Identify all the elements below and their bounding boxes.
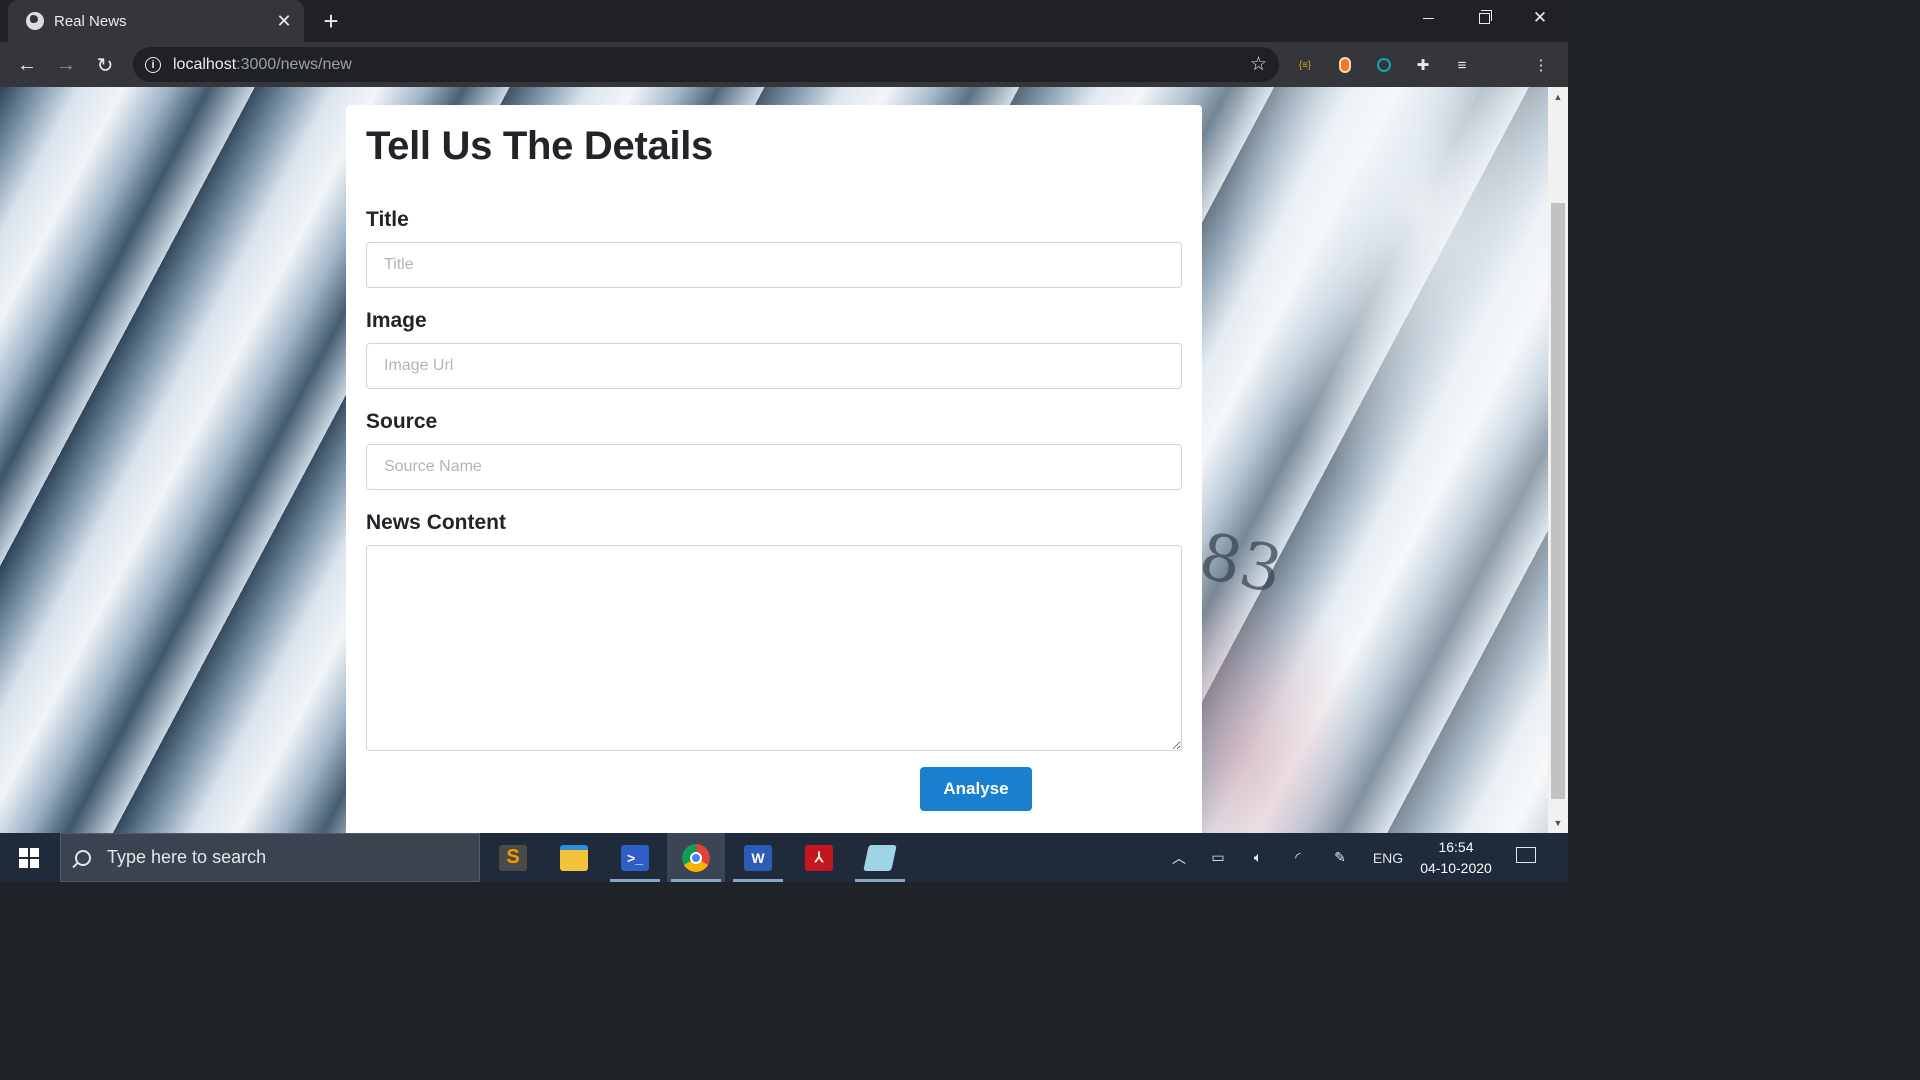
browser-tab[interactable]: Real News ✕ <box>8 0 304 42</box>
source-label: Source <box>366 410 438 433</box>
page-title: Tell Us The Details <box>366 124 713 168</box>
taskbar-app-notepad[interactable] <box>851 833 909 882</box>
running-indicator <box>671 879 721 882</box>
scroll-up-arrow-icon[interactable]: ▲ <box>1548 89 1568 105</box>
volume-icon[interactable]: 🔈︎ <box>1244 833 1272 882</box>
news-form-card: Tell Us The Details Title Image Source N… <box>346 105 1202 833</box>
taskbar-clock[interactable]: 16:54 04-10-2020 <box>1410 837 1502 879</box>
close-icon: ✕ <box>1532 8 1548 27</box>
extensions-puzzle-icon[interactable]: ✚ <box>1409 51 1437 79</box>
taskbar-app-word[interactable]: W <box>729 833 787 882</box>
taskbar-app-powershell[interactable]: >_ <box>606 833 664 882</box>
reload-button[interactable]: ↻ <box>88 48 122 82</box>
bookmark-star-icon[interactable]: ☆ <box>1250 53 1267 76</box>
input-language[interactable]: ENG <box>1368 833 1408 882</box>
tab-title: Real News <box>54 12 127 30</box>
action-center-button[interactable] <box>1512 845 1540 869</box>
title-input[interactable] <box>366 242 1182 288</box>
taskbar-search-placeholder: Type here to search <box>107 847 267 867</box>
running-indicator <box>610 879 660 882</box>
search-icon <box>75 849 91 866</box>
notepad-icon <box>863 844 897 871</box>
title-label: Title <box>366 208 409 231</box>
windows-taskbar: Type here to search S >_ W ⅄ ︿ ▭ 🔈︎ ◜ ✎ … <box>0 833 1568 882</box>
browser-toolbar: ← → ↻ i localhost:3000/news/new ☆ {≡} ✚ … <box>0 42 1568 118</box>
clock-time: 16:54 <box>1438 839 1474 855</box>
word-icon: W <box>744 844 772 871</box>
taskbar-search-box[interactable]: Type here to search <box>60 833 480 882</box>
scrollbar-thumb[interactable] <box>1551 203 1565 799</box>
notification-icon <box>1516 847 1536 863</box>
json-viewer-extension-icon[interactable]: {≡} <box>1291 51 1319 79</box>
background-numeral: 83 <box>1193 519 1289 609</box>
taskbar-app-acrobat[interactable]: ⅄ <box>790 833 848 882</box>
scroll-down-arrow-icon[interactable]: ▼ <box>1548 815 1568 831</box>
extension-orange-icon[interactable] <box>1331 51 1359 79</box>
acrobat-icon: ⅄ <box>805 844 833 871</box>
url-text: localhost:3000/news/new <box>173 56 352 74</box>
analyse-button[interactable]: Analyse <box>920 767 1032 811</box>
globe-icon <box>26 12 44 30</box>
new-tab-button[interactable]: + <box>316 6 346 36</box>
address-bar[interactable]: i localhost:3000/news/new ☆ <box>133 47 1279 82</box>
page-viewport: 83 Tell Us The Details Title Image Sourc… <box>0 87 1548 833</box>
clock-date: 04-10-2020 <box>1420 860 1492 876</box>
minimize-button[interactable] <box>1400 0 1456 36</box>
source-name-input[interactable] <box>366 444 1182 490</box>
menu-dots-icon[interactable]: ⋮ <box>1527 51 1555 79</box>
media-queue-icon[interactable]: ≡ <box>1448 51 1476 79</box>
pen-workspace-icon[interactable]: ✎ <box>1326 833 1354 882</box>
taskbar-app-explorer[interactable] <box>545 833 603 882</box>
powershell-icon: >_ <box>621 844 649 871</box>
running-indicator <box>855 879 905 882</box>
arrow-right-icon: → <box>56 53 76 76</box>
folder-icon <box>560 844 588 871</box>
page-scrollbar[interactable]: ▲ ▼ <box>1548 87 1568 833</box>
restore-icon <box>1478 9 1492 24</box>
tab-strip: Real News ✕ + ✕ <box>0 0 1568 42</box>
running-indicator <box>733 879 783 882</box>
minimize-icon <box>1422 17 1434 19</box>
image-label: Image <box>366 309 427 332</box>
battery-icon[interactable]: ▭ <box>1205 833 1231 882</box>
close-window-button[interactable]: ✕ <box>1512 0 1568 36</box>
news-content-textarea[interactable] <box>366 545 1182 751</box>
chrome-icon <box>682 843 710 872</box>
reload-icon: ↻ <box>96 54 114 77</box>
taskbar-app-chrome[interactable] <box>667 833 725 882</box>
site-info-icon[interactable]: i <box>145 56 161 73</box>
sublime-text-icon: S <box>499 844 527 871</box>
back-button[interactable]: ← <box>10 48 44 82</box>
taskbar-app-sublime[interactable]: S <box>484 833 542 882</box>
show-hidden-icons-chevron-icon[interactable]: ︿ <box>1166 833 1192 882</box>
wifi-icon[interactable]: ◜ <box>1285 833 1311 882</box>
url-path: :3000/news/new <box>236 55 352 73</box>
forward-button[interactable]: → <box>49 48 83 82</box>
restore-button[interactable] <box>1456 0 1512 36</box>
news-content-label: News Content <box>366 511 507 534</box>
windows-logo-icon <box>19 847 39 868</box>
arrow-left-icon: ← <box>17 53 37 76</box>
extension-teal-icon[interactable] <box>1370 51 1398 79</box>
tab-close-icon[interactable]: ✕ <box>272 9 296 33</box>
image-url-input[interactable] <box>366 343 1182 389</box>
start-button[interactable] <box>0 833 58 882</box>
url-host: localhost <box>173 55 237 73</box>
